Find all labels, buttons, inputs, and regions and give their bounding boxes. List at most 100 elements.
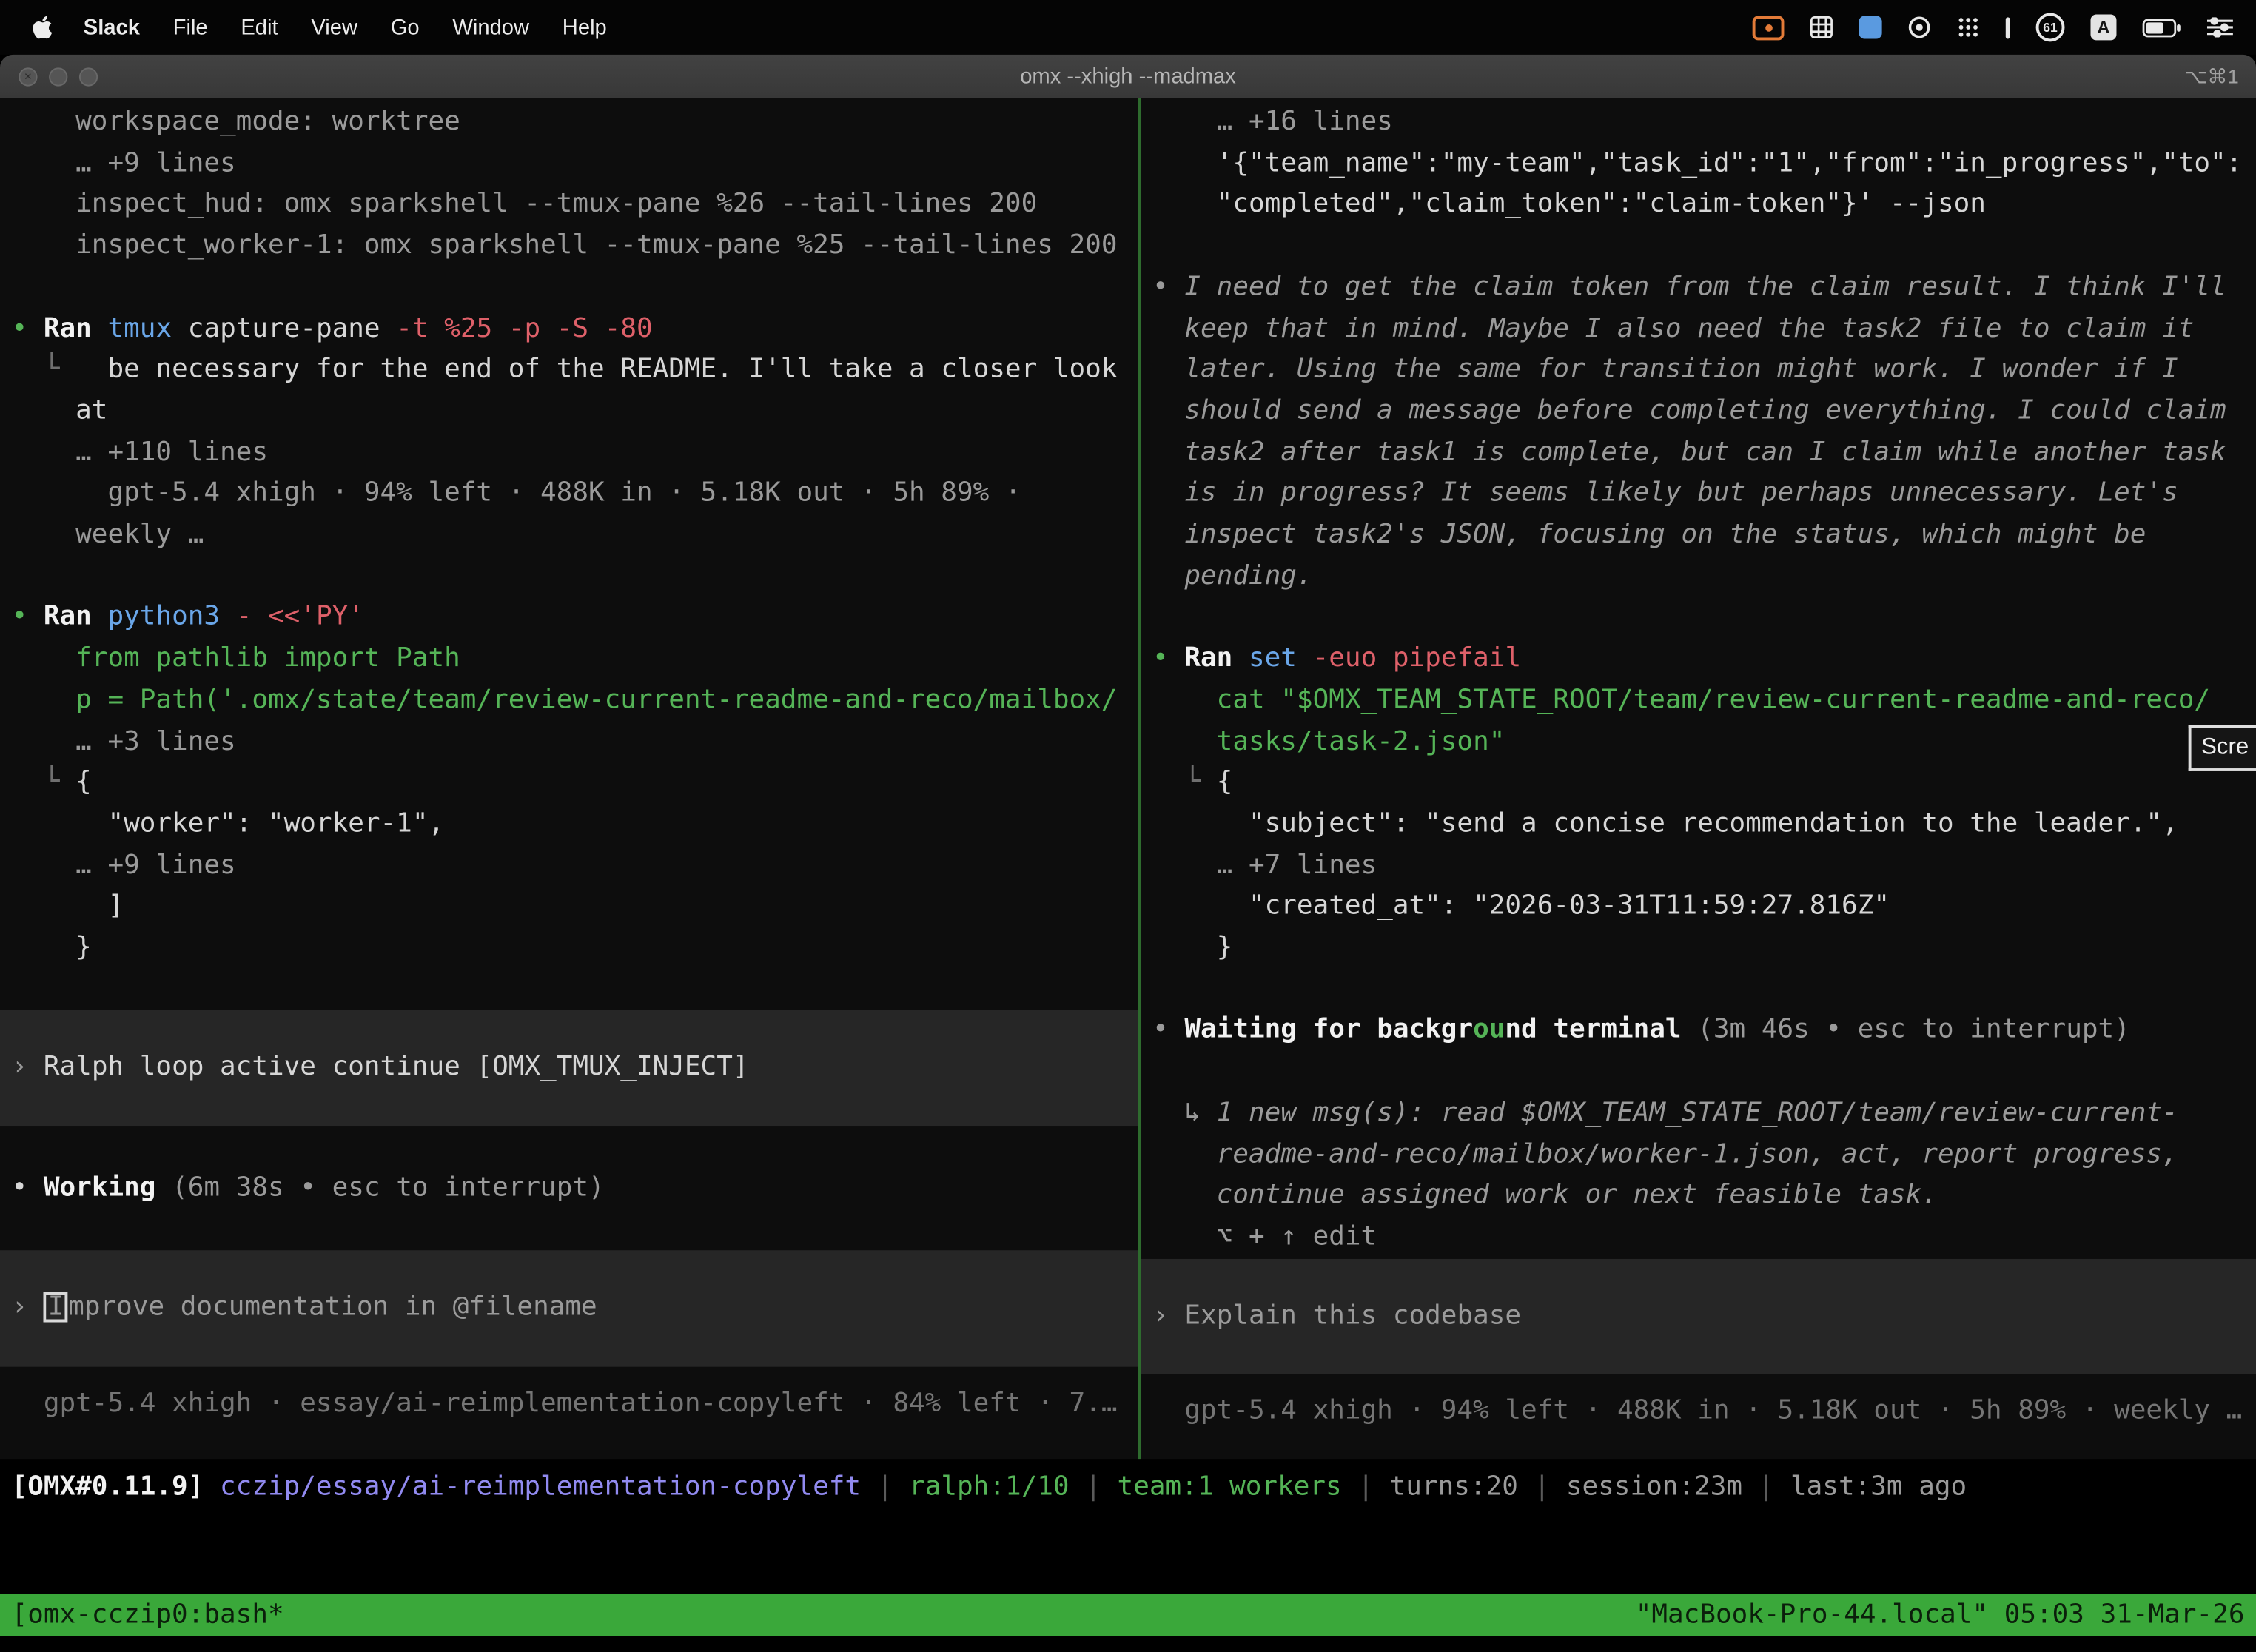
text-segment: |	[1342, 1472, 1390, 1502]
text-segment: at	[12, 395, 108, 426]
ran-set-pipefail: • Ran set -euo pipefail	[1141, 639, 2256, 680]
text-segment: Ralph loop active continue [OMX_TMUX_INJ…	[44, 1052, 749, 1083]
menu-bar-status-icons: 61 A	[1753, 13, 2256, 41]
text-segment: •	[12, 602, 44, 632]
menu-view[interactable]: View	[311, 15, 357, 39]
terminal-line: … +3 lines	[0, 722, 1138, 763]
text-segment: capture-pane	[188, 313, 396, 343]
text-segment: ›	[12, 1292, 44, 1323]
screen-share-button[interactable]: Scre	[2189, 725, 2256, 771]
text-segment: •	[1152, 643, 1184, 674]
text-segment: •	[1152, 272, 1184, 302]
apple-menu-icon[interactable]	[32, 14, 53, 40]
terminal-line: └ {	[0, 763, 1138, 805]
text-segment: |	[1742, 1472, 1790, 1502]
terminal-line	[0, 1209, 1138, 1251]
text-segment: - <<'PY'	[236, 602, 364, 632]
minimize-button[interactable]	[49, 67, 67, 85]
menu-app-name[interactable]: Slack	[84, 15, 140, 39]
menu-help[interactable]: Help	[563, 15, 607, 39]
text-segment: Waiting for backgr	[1184, 1015, 1473, 1045]
tmux-status-bar: [omx-cczip0:bash* "MacBook-Pro-44.local"…	[0, 1594, 2256, 1636]
terminal-line: "completed","claim_token":"claim-token"}…	[1141, 185, 2256, 226]
key-icon[interactable]	[2006, 16, 2010, 38]
text-segment: … +3 lines	[12, 726, 236, 756]
text-segment: task2 after task1 is complete, but can I…	[1152, 437, 2226, 467]
text-segment: gpt-5.4 xhigh · 94% left · 488K in · 5.1…	[12, 478, 1021, 508]
window-shortcut-hint: ⌥⌘1	[2184, 64, 2256, 89]
prompt-input[interactable]: › Improve documentation in @filename	[0, 1251, 1138, 1367]
text-segment: last:3m ago	[1790, 1472, 1967, 1502]
text-segment: └	[12, 355, 108, 385]
dots-grid-icon[interactable]	[1957, 16, 1980, 38]
terminal-line: p = Path('.omx/state/team/review-current…	[0, 680, 1138, 722]
text-segment: mprove documentation in @filename	[68, 1292, 597, 1323]
window-title-bar[interactable]: × omx --xhigh --madmax ⌥⌘1	[0, 55, 2256, 98]
text-segment: nd terminal	[1505, 1015, 1697, 1045]
badge-61-icon[interactable]: 61	[2036, 13, 2065, 41]
text-segment: }	[12, 933, 92, 963]
close-button[interactable]: ×	[19, 67, 37, 85]
circle-icon[interactable]	[1908, 16, 1931, 38]
omx-status-line: [OMX#0.11.9] cczip/essay/ai-reimplementa…	[0, 1468, 2256, 1509]
terminal-line: inspect task2's JSON, focusing on the st…	[1141, 515, 2256, 557]
thinking-block: • I need to get the claim token from the…	[1141, 267, 2256, 309]
text-segment: later. Using the same for transition mig…	[1152, 355, 2178, 385]
terminal-line: └ be necessary for the end of the README…	[0, 350, 1138, 392]
text-segment: ou	[1473, 1015, 1505, 1045]
terminal-line: '{"team_name":"my-team","task_id":"1","f…	[1141, 144, 2256, 185]
working-status: • Working (6m 38s • esc to interrupt)	[0, 1168, 1138, 1209]
zoom-button[interactable]	[79, 67, 98, 85]
tmux-host-time: "MacBook-Pro-44.local" 05:03 31-Mar-26	[1636, 1594, 2245, 1636]
menu-file[interactable]: File	[173, 15, 208, 39]
terminal-line: … +16 lines	[1141, 102, 2256, 144]
model-status-line: gpt-5.4 xhigh · 94% left · 488K in · 5.1…	[1141, 1391, 2256, 1433]
text-segment: workspace_mode: worktree	[12, 107, 460, 137]
battery-icon[interactable]	[2142, 18, 2181, 36]
raycast-icon[interactable]	[1859, 16, 1882, 38]
text-segment: … +9 lines	[12, 850, 236, 880]
text-segment: cczip/essay/ai-reimplementation-copyleft	[220, 1472, 861, 1502]
text-segment: Explain this codebase	[1184, 1300, 1521, 1331]
text-segment: Ran	[44, 602, 108, 632]
prompt-suggestion[interactable]: › Explain this codebase	[1141, 1258, 2256, 1374]
tmux-pane-right[interactable]: … +16 lines '{"team_name":"my-team","tas…	[1141, 98, 2256, 1459]
text-segment: … +16 lines	[1152, 107, 1393, 137]
text-segment: "completed","claim_token":"claim-token"}…	[1152, 189, 1986, 219]
text-segment: ↳	[1152, 1098, 1217, 1128]
tmux-pane-left[interactable]: workspace_mode: worktree … +9 lines insp…	[0, 98, 1138, 1459]
terminal-line: }	[1141, 928, 2256, 970]
grid-icon[interactable]	[1810, 16, 1833, 38]
text-segment: "created_at": "2026-03-31T11:59:27.816Z"	[1152, 891, 1890, 921]
text-segment: Working	[44, 1172, 172, 1203]
menu-go[interactable]: Go	[391, 15, 420, 39]
text-segment: session:23m	[1566, 1472, 1742, 1502]
terminal-line: later. Using the same for transition mig…	[1141, 350, 2256, 392]
text-segment: should send a message before completing …	[1152, 395, 2226, 426]
text-segment: inspect_hud: omx sparkshell --tmux-pane …	[12, 189, 1038, 219]
text-segment: [OMX#0.11.9]	[12, 1472, 220, 1502]
control-sliders-icon[interactable]	[2207, 17, 2233, 37]
terminal-line: inspect_hud: omx sparkshell --tmux-pane …	[0, 185, 1138, 226]
terminal-line: … +9 lines	[0, 845, 1138, 887]
menu-window[interactable]: Window	[452, 15, 529, 39]
terminal-line: readme-and-reco/mailbox/worker-1.json, a…	[1141, 1135, 2256, 1176]
text-segment: |	[1070, 1472, 1118, 1502]
text-segment: -euo pipefail	[1313, 643, 1521, 674]
text-segment: └	[1152, 768, 1217, 798]
text-segment: •	[1152, 1015, 1184, 1045]
prompt-ralph-loop[interactable]: › Ralph loop active continue [OMX_TMUX_I…	[0, 1010, 1138, 1126]
terminal-line: cat "$OMX_TEAM_STATE_ROOT/team/review-cu…	[1141, 680, 2256, 722]
terminal-line	[0, 970, 1138, 1011]
screen-recording-indicator-icon[interactable]	[1753, 15, 1785, 39]
text-segment: ]	[12, 891, 124, 921]
terminal-line: is in progress? It seems likely but perh…	[1141, 474, 2256, 515]
macos-screen: Slack File Edit View Go Window Help	[0, 0, 2256, 1652]
model-status-line: gpt-5.4 xhigh · essay/ai-reimplementatio…	[0, 1384, 1138, 1426]
text-segment: tasks/task-2.json"	[1152, 726, 1505, 756]
input-source-icon[interactable]: A	[2090, 14, 2116, 40]
text-segment: readme-and-reco/mailbox/worker-1.json, a…	[1152, 1139, 2178, 1169]
text-segment: }	[1152, 933, 1232, 963]
text-segment: … +7 lines	[1152, 850, 1377, 880]
menu-edit[interactable]: Edit	[241, 15, 278, 39]
